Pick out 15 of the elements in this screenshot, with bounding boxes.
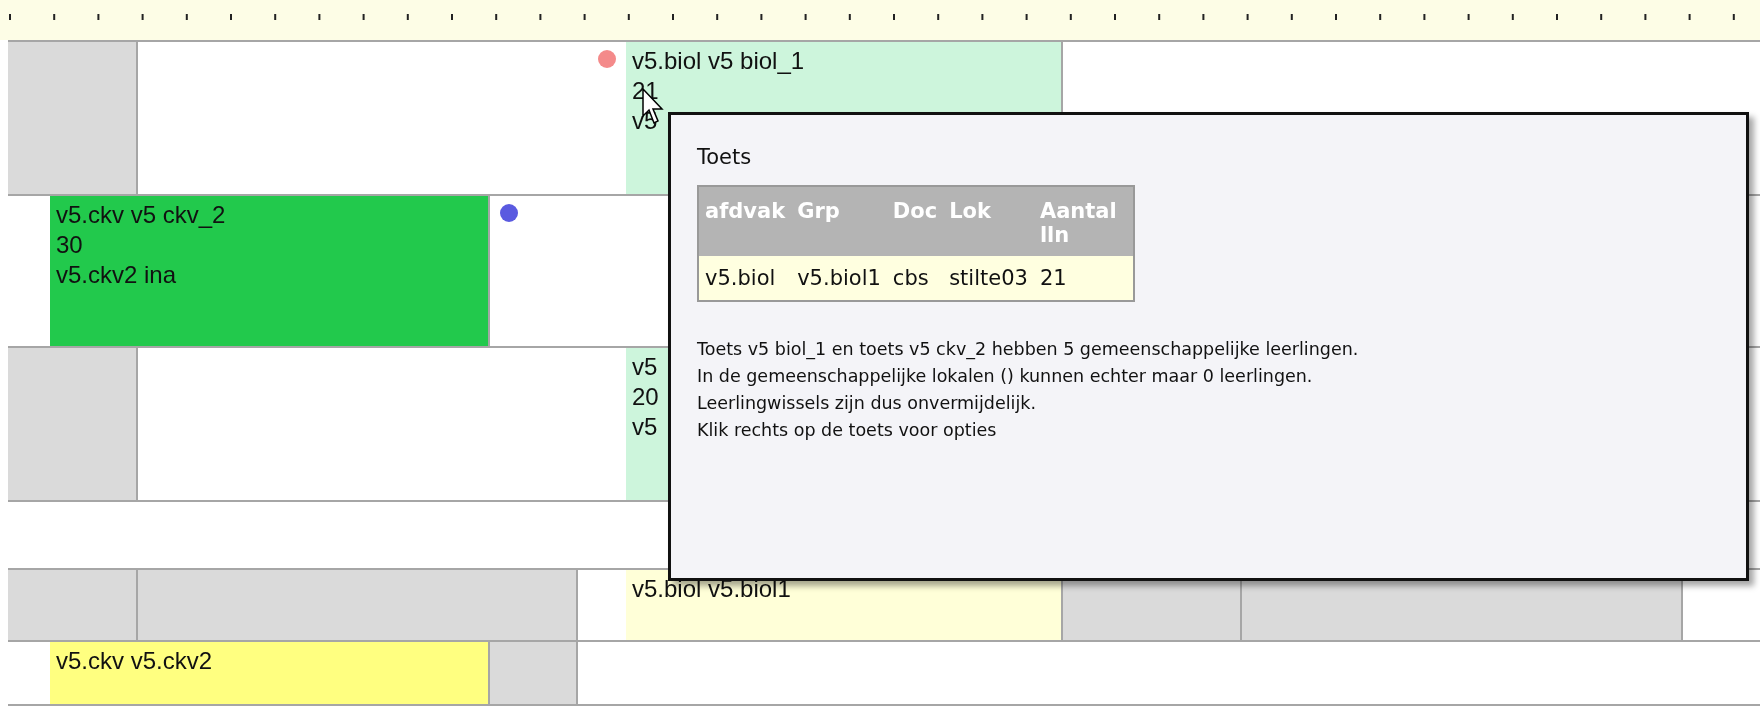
- message-line: In de gemeenschappelijke lokalen () kunnen echter maar 0 leerlingen.: [697, 365, 1314, 388]
- column-header: Aantal lln: [1033, 186, 1134, 256]
- message-line: Toets v5 biol_1 en toets v5 ckv_2 hebben 5 gemeenschappelijke leerlingen.: [697, 338, 1360, 362]
- table-cell: stilte03: [943, 256, 1034, 301]
- column-header: Grp: [791, 186, 887, 256]
- table-cell: v5.biol: [698, 256, 792, 301]
- column-header: Lok: [943, 186, 1034, 256]
- column-header: afdvak: [698, 186, 792, 256]
- column-header: Doc: [886, 186, 944, 256]
- table-cell: 21: [1033, 256, 1134, 301]
- message-line: Klik rechts op de toets voor opties: [697, 419, 998, 442]
- table-cell: v5.biol1: [791, 256, 887, 301]
- tooltip-title: Toets: [697, 145, 753, 169]
- message-line: Leerlingwissels zijn dus onvermijdelijk.: [697, 392, 1037, 415]
- table-cell: cbs: [886, 256, 944, 301]
